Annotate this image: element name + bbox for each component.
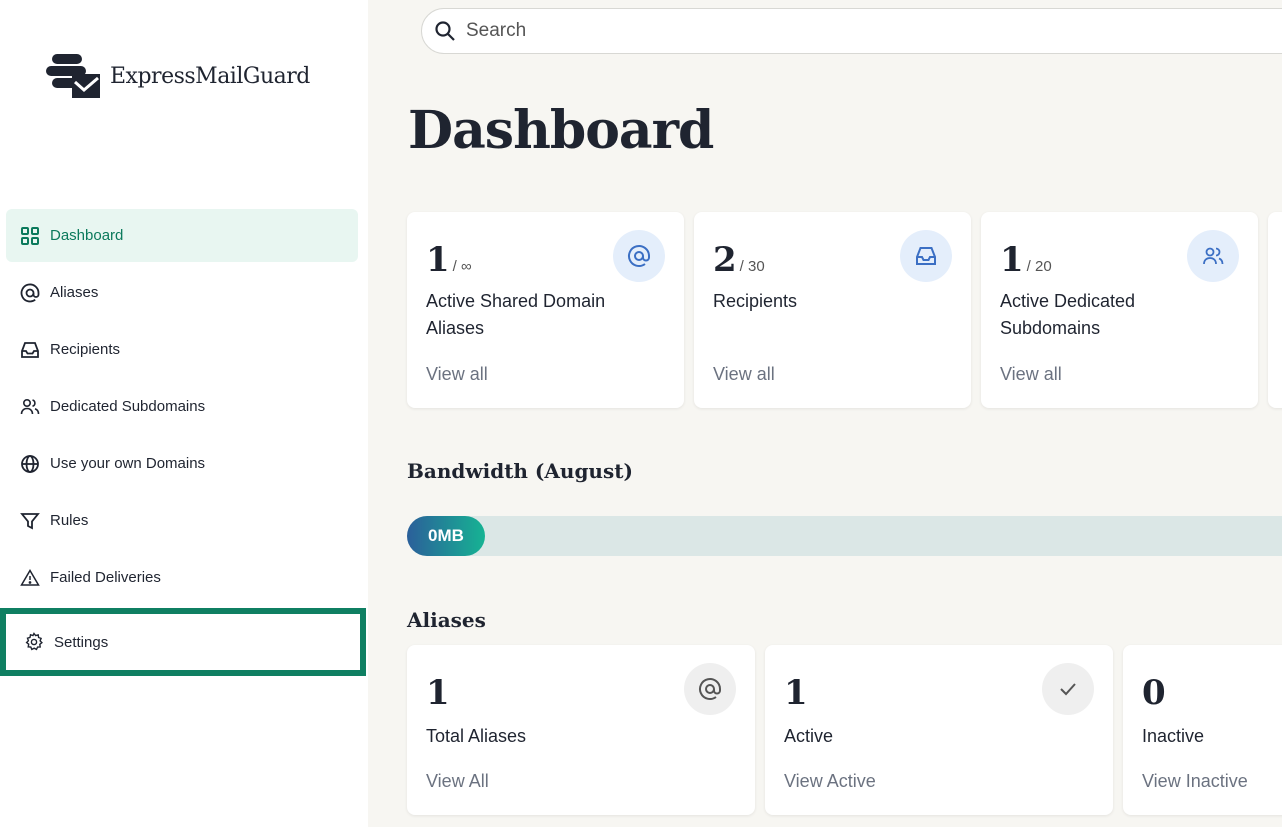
stat-limit: / 20 (1026, 258, 1052, 275)
stat-label: Active Dedicated Subdomains (1000, 291, 1136, 338)
sidebar-item-label: Aliases (50, 284, 99, 301)
sidebar-item-failed-deliveries[interactable]: Failed Deliveries (6, 551, 358, 604)
stat-label: Active (784, 726, 834, 746)
view-active-link[interactable]: View Active (784, 771, 876, 792)
sidebar-item-label: Dashboard (50, 227, 124, 244)
stat-card-partial (1268, 212, 1282, 408)
view-all-aliases-link[interactable]: View All (426, 771, 489, 792)
sidebar-item-label: Dedicated Subdomains (50, 398, 206, 415)
sidebar-nav: Dashboard Aliases Recipients Dedicated S… (0, 209, 366, 676)
stat-label: Recipients (713, 291, 798, 311)
warning-icon (20, 568, 40, 586)
stat-limit: / 30 (739, 258, 765, 275)
sidebar: ExpressMailGuard Dashboard Aliases Recip… (0, 0, 368, 827)
filter-icon (20, 512, 40, 529)
sidebar-item-settings[interactable]: Settings (0, 608, 366, 676)
check-icon (1042, 663, 1094, 715)
stat-label: Active Shared Domain Aliases (426, 291, 606, 338)
users-icon (1187, 230, 1239, 282)
sidebar-item-label: Failed Deliveries (50, 569, 161, 586)
stat-limit: / ∞ (452, 258, 472, 275)
sidebar-item-dashboard[interactable]: Dashboard (6, 209, 358, 262)
alias-card-total[interactable]: 1 Total Aliases View All (407, 645, 755, 815)
stat-value: 0 (1142, 673, 1166, 713)
stat-card-recipients[interactable]: 2/ 30 Recipients View all (694, 212, 971, 408)
stat-card-dedicated-subdomains[interactable]: 1/ 20 Active Dedicated Subdomains View a… (981, 212, 1258, 408)
inbox-icon (21, 341, 39, 358)
view-all-link[interactable]: View all (713, 364, 775, 385)
stat-value: 2 (713, 240, 737, 280)
stat-value: 1 (1000, 240, 1024, 280)
bandwidth-used-label: 0MB (407, 516, 485, 556)
page-title: Dashboard (408, 100, 714, 161)
main-content: Dashboard 1/ ∞ Active Shared Domain Alia… (368, 0, 1282, 827)
aliases-section-title: Aliases (407, 608, 486, 632)
at-icon (613, 230, 665, 282)
gear-icon (25, 632, 43, 651)
users-icon (20, 398, 40, 414)
at-icon (684, 663, 736, 715)
stat-label: Total Aliases (426, 726, 527, 746)
stats-row: 1/ ∞ Active Shared Domain Aliases View a… (407, 212, 1282, 408)
stat-card-shared-aliases[interactable]: 1/ ∞ Active Shared Domain Aliases View a… (407, 212, 684, 408)
sidebar-item-label: Use your own Domains (50, 455, 206, 472)
search-bar[interactable] (421, 8, 1282, 54)
brand-logo[interactable]: ExpressMailGuard (44, 52, 310, 100)
sidebar-item-rules[interactable]: Rules (6, 494, 358, 547)
sidebar-item-label: Settings (54, 633, 109, 651)
aliases-row: 1 Total Aliases View All 1 Active View A… (407, 645, 1282, 815)
stat-value: 1 (426, 240, 450, 280)
sidebar-item-dedicated-subdomains[interactable]: Dedicated Subdomains (6, 380, 358, 433)
search-input[interactable] (466, 20, 1066, 42)
sidebar-item-label: Recipients (50, 341, 121, 358)
view-inactive-link[interactable]: View Inactive (1142, 771, 1248, 792)
mail-guard-logo-icon (46, 54, 100, 98)
inbox-icon (900, 230, 952, 282)
sidebar-item-label: Rules (50, 512, 89, 529)
bandwidth-bar: 0MB (407, 516, 1282, 556)
stat-label: Inactive (1142, 726, 1205, 746)
view-all-link[interactable]: View all (1000, 364, 1062, 385)
globe-icon (21, 454, 39, 473)
sidebar-item-aliases[interactable]: Aliases (6, 266, 358, 319)
sidebar-item-own-domains[interactable]: Use your own Domains (6, 437, 358, 490)
at-icon (20, 283, 40, 302)
search-icon (435, 21, 455, 41)
alias-card-inactive[interactable]: 0 Inactive View Inactive (1123, 645, 1282, 815)
grid-icon (21, 226, 39, 245)
sidebar-item-recipients[interactable]: Recipients (6, 323, 358, 376)
view-all-link[interactable]: View all (426, 364, 488, 385)
bandwidth-title: Bandwidth (August) (407, 459, 633, 483)
brand-name: ExpressMailGuard (110, 63, 310, 89)
alias-card-active[interactable]: 1 Active View Active (765, 645, 1113, 815)
